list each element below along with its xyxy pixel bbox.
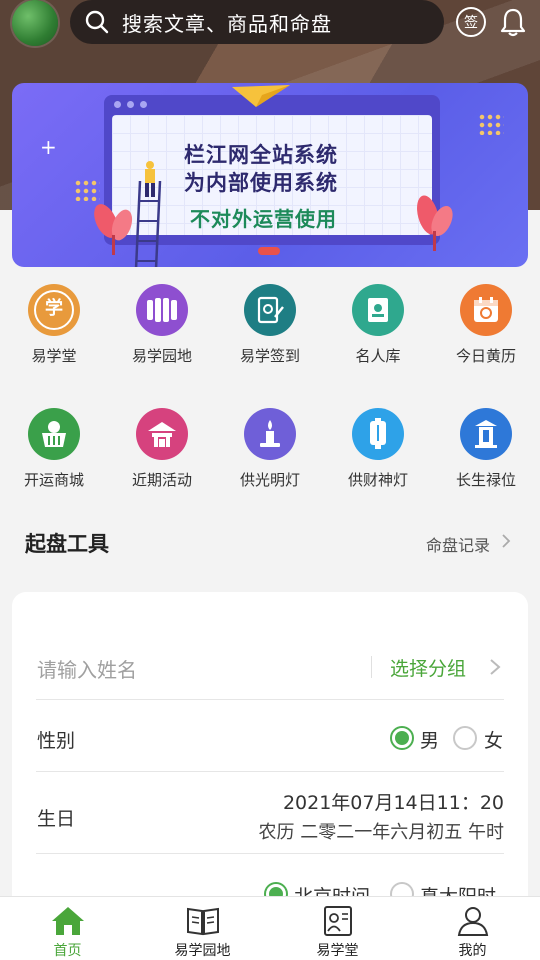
search-icon	[85, 10, 109, 34]
grid-item-activity[interactable]: 近期活动	[108, 408, 216, 508]
nav-label: 首页	[53, 943, 82, 959]
home-icon	[51, 907, 84, 935]
xue-tang-icon: 学	[28, 284, 80, 336]
dot-decoration	[74, 179, 100, 201]
banner-indicator	[258, 247, 280, 255]
gender-male-radio[interactable]	[390, 726, 414, 750]
board-dots	[114, 101, 147, 108]
banner-subtitle: 不对外运营使用	[190, 207, 337, 231]
grid-item-label: 易学园地	[131, 347, 192, 365]
bottom-navigation: 首页 易学园地 易学堂 我的	[0, 896, 540, 960]
banner[interactable]: + 栏江网全站系统 为内部使用系统 不对外运营使用	[12, 83, 528, 267]
grid-item-label: 易学堂	[31, 347, 77, 365]
activity-icon	[136, 408, 188, 460]
chevron-right-icon[interactable]	[500, 532, 512, 550]
profile-icon	[457, 907, 488, 936]
sign-in-button[interactable]: 签	[456, 7, 486, 37]
grid-item-label: 易学签到	[239, 347, 300, 365]
lunar-date-value[interactable]: 农历 二零二一年六月初五 午时	[259, 818, 504, 844]
book-icon	[186, 907, 219, 936]
name-input[interactable]: 请输入姓名	[37, 654, 137, 683]
grid-item-celebrity[interactable]: 名人库	[324, 284, 432, 384]
chart-form-card: 请输入姓名 选择分组 性别 男 女 生日 2021年07月14日11：20 农历…	[12, 592, 528, 922]
grid-item-label: 名人库	[355, 347, 401, 365]
grid-item-garden[interactable]: 易学园地	[108, 284, 216, 384]
divider	[36, 853, 504, 854]
grid-item-label: 供财神灯	[347, 471, 408, 489]
grid-item-label: 开运商城	[23, 471, 84, 489]
grid-item-label: 近期活动	[131, 471, 192, 489]
nav-classroom[interactable]: 易学堂	[270, 905, 405, 960]
grid-item-label: 供光明灯	[239, 471, 300, 489]
lantern-icon	[352, 408, 404, 460]
tablet-icon	[460, 408, 512, 460]
birthday-value[interactable]: 2021年07月14日11：20	[283, 788, 504, 815]
plant-right-icon	[417, 195, 453, 251]
grid-item-tablet[interactable]: 长生禄位	[432, 408, 540, 508]
gender-male-label[interactable]: 男	[420, 726, 439, 753]
celebrity-icon	[352, 284, 404, 336]
grid-item-shop[interactable]: 开运商城	[0, 408, 108, 508]
search-bar[interactable]: 搜索文章、商品和命盘	[70, 0, 444, 44]
grid-item-label: 长生禄位	[455, 471, 516, 489]
shop-icon	[28, 408, 80, 460]
avatar[interactable]	[12, 0, 58, 46]
divider	[36, 771, 504, 772]
nav-label: 易学堂	[316, 943, 359, 959]
plus-decoration: +	[40, 135, 57, 159]
grid-item-lantern[interactable]: 供财神灯	[324, 408, 432, 508]
nav-home[interactable]: 首页	[0, 905, 135, 960]
dot-decoration	[478, 113, 504, 135]
ladder-icon	[134, 161, 162, 267]
gender-female-radio[interactable]	[453, 726, 477, 750]
gender-female-label[interactable]: 女	[484, 726, 503, 753]
plant-left-icon	[94, 204, 133, 255]
gender-label: 性别	[37, 730, 76, 752]
nav-label: 我的	[458, 943, 487, 959]
grid-item-yixuetang[interactable]: 学 易学堂	[0, 284, 108, 384]
grid-item-signin[interactable]: 易学签到	[216, 284, 324, 384]
nav-label: 易学园地	[174, 943, 231, 959]
nav-garden[interactable]: 易学园地	[135, 905, 270, 960]
section-title: 起盘工具	[25, 532, 109, 556]
select-group-button[interactable]: 选择分组	[390, 654, 466, 681]
calendar-icon	[460, 284, 512, 336]
classroom-icon	[323, 906, 352, 936]
garden-icon	[136, 284, 188, 336]
grid-item-candle[interactable]: 供光明灯	[216, 408, 324, 508]
banner-title-line2: 为内部使用系统	[184, 171, 338, 195]
nav-profile[interactable]: 我的	[405, 905, 540, 960]
paper-plane-icon	[232, 85, 290, 107]
candle-icon	[244, 408, 296, 460]
sign-in-icon	[244, 284, 296, 336]
bell-icon[interactable]	[498, 6, 528, 38]
records-link[interactable]: 命盘记录	[426, 532, 490, 556]
divider	[36, 699, 504, 700]
grid-item-calendar[interactable]: 今日黄历	[432, 284, 540, 384]
sign-in-icon: 签	[464, 15, 478, 31]
grid-item-label: 今日黄历	[455, 347, 516, 365]
banner-title-line1: 栏江网全站系统	[184, 143, 338, 167]
search-placeholder: 搜索文章、商品和命盘	[122, 11, 332, 36]
divider	[371, 656, 372, 678]
chevron-right-icon[interactable]	[488, 656, 502, 678]
birthday-label: 生日	[37, 808, 76, 830]
